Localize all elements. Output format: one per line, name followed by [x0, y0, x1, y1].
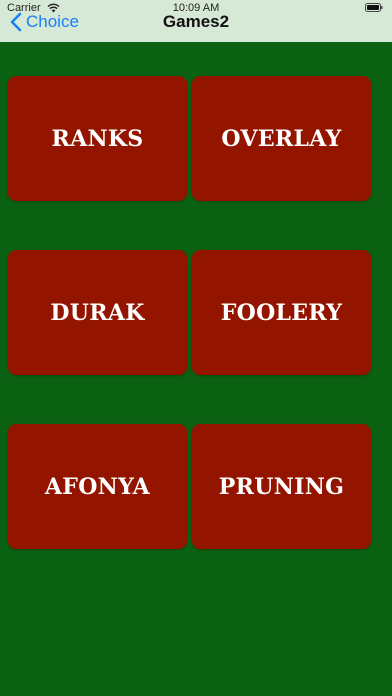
game-button-label: DURAK	[50, 299, 145, 326]
game-button-label: AFONYA	[44, 473, 151, 500]
game-button-label: PRUNING	[218, 473, 345, 500]
top-bar: Carrier 10:09 AM Choice Games2	[0, 0, 392, 42]
game-button-afonya[interactable]: AFONYA	[8, 424, 187, 549]
page-title: Games2	[162, 12, 230, 31]
game-button-label: OVERLAY	[221, 125, 342, 152]
game-button-label: FOOLERY	[220, 299, 343, 326]
game-button-overlay[interactable]: OVERLAY	[192, 76, 371, 201]
game-button-foolery[interactable]: FOOLERY	[192, 250, 371, 375]
game-button-pruning[interactable]: PRUNING	[192, 424, 371, 549]
navigation-bar: Choice Games2	[0, 10, 392, 34]
game-button-durak[interactable]: DURAK	[8, 250, 187, 375]
game-button-ranks[interactable]: RANKS	[8, 76, 187, 201]
game-button-label: RANKS	[51, 125, 144, 152]
app-screen: Carrier 10:09 AM Choice Games2 RANKS OVE…	[0, 0, 392, 696]
